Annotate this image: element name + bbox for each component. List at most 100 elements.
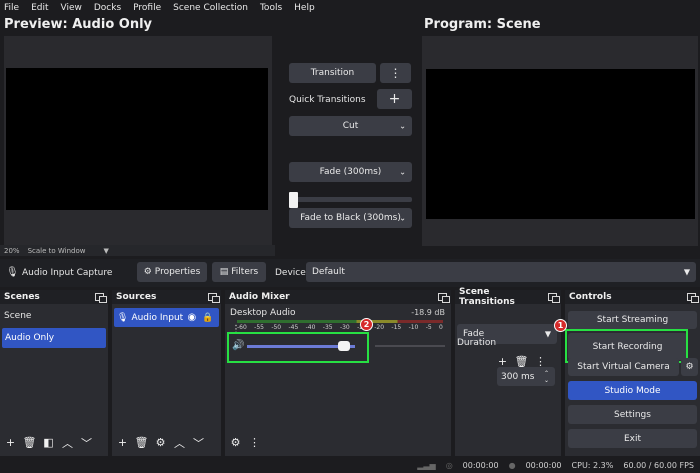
scenes-toolbar: + 🗑 ◧ ︿ ﹀ <box>3 435 94 450</box>
filters-icon: ▤ <box>219 267 229 277</box>
meter-ticks: -60-55-50-45-40-35-30-25-20-15-10-50 <box>237 324 443 332</box>
tbar-track[interactable] <box>289 197 412 202</box>
more-options-icon[interactable]: ⋮ <box>533 354 548 369</box>
device-label: Device <box>275 268 306 278</box>
lock-icon[interactable]: 🔒 <box>202 313 213 323</box>
trash-icon[interactable]: 🗑 <box>22 435 37 450</box>
eye-icon[interactable]: ◉ <box>187 312 196 323</box>
add-quick-transition-button[interactable]: + <box>377 89 412 109</box>
sources-header: Sources <box>112 290 221 304</box>
filters-label: Filters <box>231 267 259 277</box>
studio-mode-button[interactable]: Studio Mode <box>568 381 697 400</box>
undock-icon[interactable] <box>548 293 560 303</box>
tbar-handle[interactable] <box>289 192 298 208</box>
program-video <box>426 69 695 219</box>
properties-label: Properties <box>154 267 201 277</box>
fade-select[interactable]: Fade (300ms) ⌄ <box>289 162 412 182</box>
gear-icon[interactable]: ⚙ <box>153 435 168 450</box>
duration-spinbox[interactable]: 300 ms ⌃ ⌄ <box>497 367 555 386</box>
meter-secondary <box>375 345 445 347</box>
audio-mixer-panel: Audio Mixer Desktop Audio -18.9 dB -60 -5… <box>225 290 451 456</box>
scenes-panel: Scenes Scene Audio Only + 🗑 ◧ ︿ ﹀ <box>0 290 108 456</box>
speaker-icon[interactable]: 🔊 <box>232 340 244 351</box>
sources-panel: Sources 🎙 Audio Input C ◉ 🔒 + 🗑 ⚙ ︿ ﹀ <box>112 290 221 456</box>
stream-time: 00:00:00 <box>462 460 499 470</box>
fade-black-label: Fade to Black (300ms) <box>300 213 401 223</box>
record-status-icon: ● <box>508 460 516 470</box>
menu-help[interactable]: Help <box>294 3 315 13</box>
properties-button[interactable]: ⚙ Properties <box>137 262 207 282</box>
scale-select[interactable]: Scale to Window <box>28 247 86 255</box>
scenes-header: Scenes <box>0 290 108 304</box>
chevron-down-icon[interactable]: ﹀ <box>79 435 94 450</box>
source-item[interactable]: 🎙 Audio Input C ◉ 🔒 <box>114 308 219 327</box>
preview-title: Preview: Audio Only <box>4 17 153 32</box>
menu-scene-collection[interactable]: Scene Collection <box>173 3 248 13</box>
undock-icon[interactable] <box>208 293 220 303</box>
scene-item[interactable]: Scene <box>0 304 108 328</box>
meter-tick-label: -40 <box>305 324 316 331</box>
volume-slider-handle[interactable] <box>338 341 351 351</box>
trash-icon[interactable]: 🗑 <box>514 354 529 369</box>
zoom-level: 20% <box>4 246 20 255</box>
meter-tick-label: -15 <box>391 324 402 331</box>
fps-readout: 60.00 / 60.00 FPS <box>623 460 694 470</box>
microphone-icon: 🎙 <box>6 267 19 278</box>
chevron-down-icon: ⌄ <box>399 213 406 223</box>
start-virtual-camera-button[interactable]: Start Virtual Camera <box>568 358 679 376</box>
add-icon[interactable]: + <box>495 354 510 369</box>
cut-select[interactable]: Cut ⌄ <box>289 116 412 136</box>
source-toolbar: 🎙 Audio Input Capture ⚙ Properties ▤ Filte… <box>0 259 700 287</box>
more-options-icon[interactable]: ⋮ <box>247 435 262 450</box>
device-value: Default <box>312 267 345 277</box>
chevron-down-icon: ⌄ <box>399 121 406 131</box>
filter-icon[interactable]: ◧ <box>41 435 56 450</box>
menu-edit[interactable]: Edit <box>31 3 48 13</box>
controls-title: Controls <box>569 292 612 302</box>
meter-tick-label: -10 <box>408 324 419 331</box>
preview-canvas[interactable] <box>4 36 272 246</box>
transition-button[interactable]: Transition <box>289 63 376 83</box>
gear-icon[interactable]: ⚙ <box>228 435 243 450</box>
annotation-badge-2: 2 <box>360 318 373 331</box>
controls-header: Controls <box>565 290 700 304</box>
scene-item-selected[interactable]: Audio Only <box>2 328 106 348</box>
quick-transitions-label: Quick Transitions <box>289 95 366 105</box>
exit-button[interactable]: Exit <box>568 429 697 448</box>
menu-view[interactable]: View <box>61 3 82 13</box>
scene-transitions-header: Scene Transitions <box>455 287 561 307</box>
chevron-down-icon[interactable]: ▼ <box>103 247 108 255</box>
spin-arrows-icon[interactable]: ⌃ ⌄ <box>544 370 549 384</box>
transition-more-icon[interactable]: ⋮ <box>380 63 411 83</box>
fade-black-select[interactable]: Fade to Black (300ms) ⌄ <box>289 208 412 228</box>
add-icon[interactable]: + <box>115 435 130 450</box>
undock-icon[interactable] <box>438 293 450 303</box>
annotation-badge-1: 1 <box>554 319 567 332</box>
mixer-track-name: Desktop Audio <box>230 308 296 318</box>
undock-icon[interactable] <box>95 293 107 303</box>
cpu-usage: CPU: 2.3% <box>571 460 614 470</box>
preview-video <box>6 68 268 210</box>
meter-tick-label: -55 <box>254 324 264 331</box>
meter-tick-label: -45 <box>288 324 299 331</box>
menu-profile[interactable]: Profile <box>133 3 161 13</box>
filters-button[interactable]: ▤ Filters <box>212 262 266 282</box>
start-streaming-button[interactable]: Start Streaming <box>568 311 697 329</box>
mixer-header: Audio Mixer <box>225 290 451 304</box>
record-time: 00:00:00 <box>525 460 562 470</box>
undock-icon[interactable] <box>687 293 699 303</box>
trash-icon[interactable]: 🗑 <box>134 435 149 450</box>
device-select[interactable]: Default ▼ <box>306 262 696 282</box>
settings-button[interactable]: Settings <box>568 405 697 424</box>
chevron-up-icon[interactable]: ︿ <box>172 435 187 450</box>
menu-tools[interactable]: Tools <box>260 3 282 13</box>
chevron-down-icon[interactable]: ﹀ <box>191 435 206 450</box>
add-icon[interactable]: + <box>3 435 18 450</box>
menu-file[interactable]: File <box>4 3 19 13</box>
chevron-up-icon[interactable]: ︿ <box>60 435 75 450</box>
menu-docks[interactable]: Docks <box>94 3 121 13</box>
gear-icon[interactable]: ⚙ <box>681 358 698 376</box>
chevron-down-icon: ▼ <box>544 329 551 339</box>
meter-tick-label: 0 <box>439 324 443 331</box>
source-name: Audio Input Capture <box>22 268 113 278</box>
